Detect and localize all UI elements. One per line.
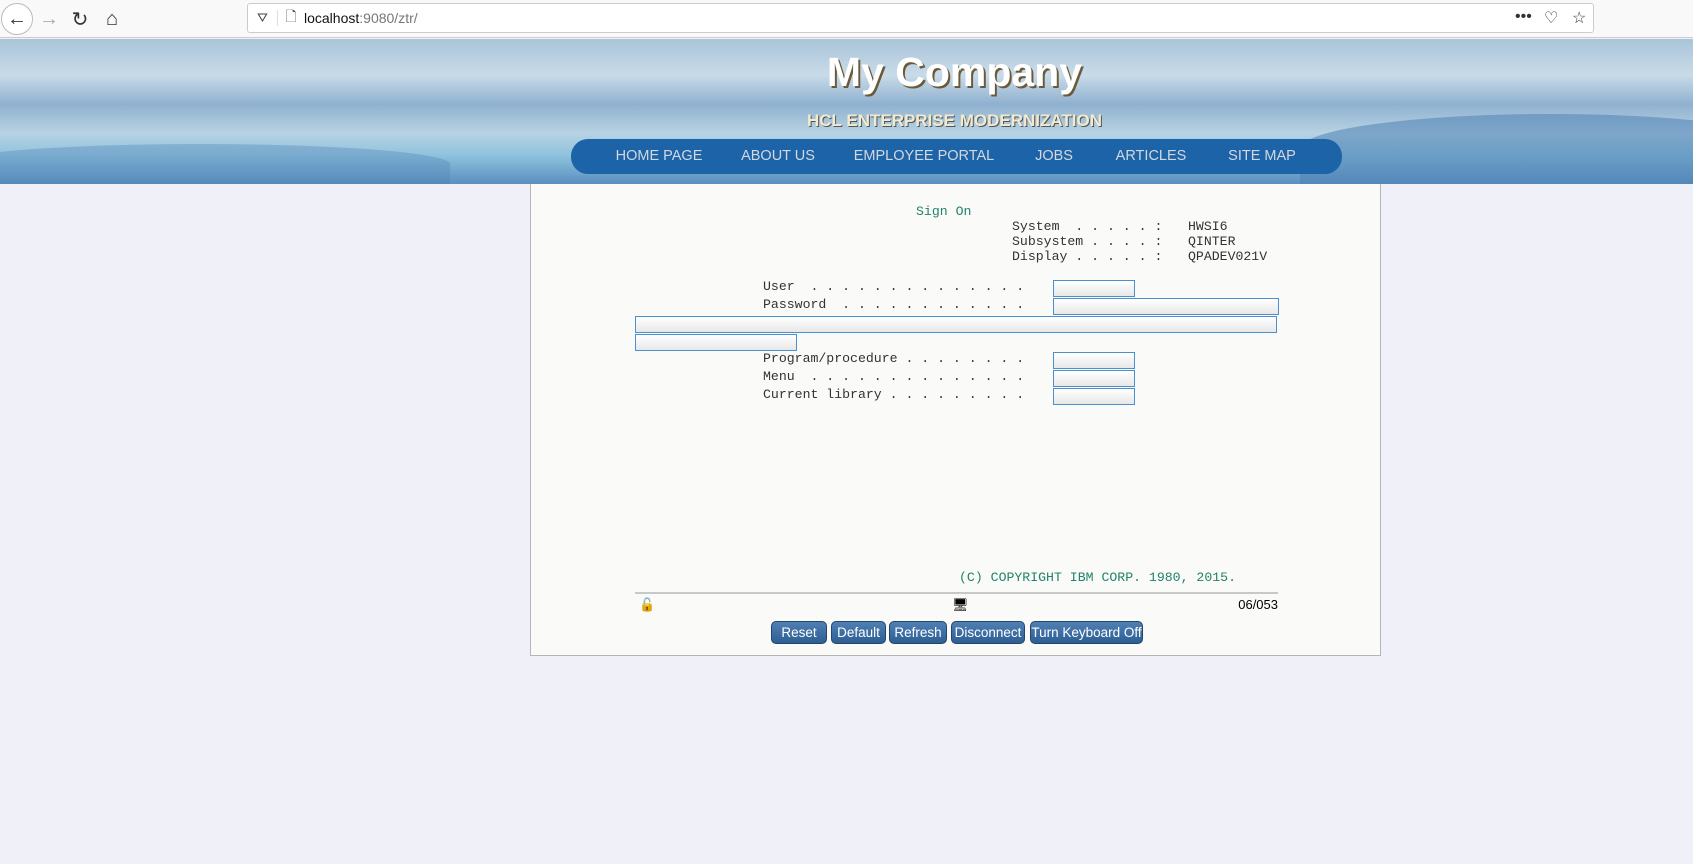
pocket-icon[interactable]: ♡ xyxy=(1544,8,1558,28)
screen-title: Sign On xyxy=(916,204,972,219)
divider xyxy=(635,592,1278,594)
nav-articles[interactable]: ARTICLES xyxy=(1116,148,1187,164)
password-input[interactable] xyxy=(1053,298,1279,315)
password-label: Password . . . . . . . . . . . . xyxy=(763,297,1025,312)
address-bar[interactable]: ⛛ 🗋 localhost:9080/ztr/ xyxy=(247,3,1594,33)
url-host: localhost xyxy=(304,10,360,26)
site-title: My Company xyxy=(826,49,1083,95)
menu-label: Menu . . . . . . . . . . . . . . xyxy=(763,369,1025,384)
nav-home-page[interactable]: HOME PAGE xyxy=(616,148,703,164)
program-input[interactable] xyxy=(1053,352,1135,369)
terminal-panel: Sign On System . . . . . : HWSI6 Subsyst… xyxy=(530,184,1381,656)
user-input[interactable] xyxy=(1053,280,1135,297)
nav-jobs[interactable]: JOBS xyxy=(1035,148,1073,164)
unlock-icon: 🔓 xyxy=(639,597,656,612)
terminal-icon: 🖥 xyxy=(952,597,969,612)
copyright: (C) COPYRIGHT IBM CORP. 1980, 2015. xyxy=(959,570,1236,585)
browser-toolbar: ← → ↻ ⌂ ⛛ 🗋 localhost:9080/ztr/ ••• ♡ ☆ xyxy=(0,0,1693,38)
forward-icon[interactable]: → xyxy=(33,3,65,35)
menu-input[interactable] xyxy=(1053,370,1135,387)
default-button[interactable]: Default xyxy=(831,621,886,644)
reload-icon[interactable]: ↻ xyxy=(64,3,96,35)
current-library-label: Current library . . . . . . . . . xyxy=(763,387,1025,402)
system-label: System . . . . . : xyxy=(1012,219,1163,234)
subsystem-label: Subsystem . . . . : xyxy=(1012,234,1163,249)
main-nav: HOME PAGE ABOUT US EMPLOYEE PORTAL JOBS … xyxy=(571,139,1342,174)
more-icon[interactable]: ••• xyxy=(1515,8,1532,26)
system-value: HWSI6 xyxy=(1188,219,1228,234)
nav-site-map[interactable]: SITE MAP xyxy=(1228,148,1296,164)
turn-keyboard-off-button[interactable]: Turn Keyboard Off xyxy=(1030,621,1143,644)
program-label: Program/procedure . . . . . . . . xyxy=(763,351,1025,366)
subsystem-value: QINTER xyxy=(1188,234,1236,249)
password-continuation-input[interactable] xyxy=(635,316,1277,333)
url-path: :9080/ztr/ xyxy=(359,10,418,26)
shield-icon[interactable]: ⛛ xyxy=(248,10,278,26)
nav-about-us[interactable]: ABOUT US xyxy=(741,148,815,164)
reset-button[interactable]: Reset xyxy=(771,621,827,644)
refresh-button[interactable]: Refresh xyxy=(889,621,947,644)
disconnect-button[interactable]: Disconnect xyxy=(951,621,1025,644)
star-icon[interactable]: ☆ xyxy=(1572,8,1586,28)
site-subtitle: HCL ENTERPRISE MODERNIZATION xyxy=(807,111,1102,130)
back-icon[interactable]: ← xyxy=(1,3,33,35)
cursor-position: 06/053 xyxy=(1238,597,1278,612)
home-icon[interactable]: ⌂ xyxy=(96,3,128,35)
header-banner: My Company HCL ENTERPRISE MODERNIZATION … xyxy=(0,39,1693,184)
current-library-input[interactable] xyxy=(1053,388,1135,405)
display-value: QPADEV021V xyxy=(1188,249,1268,264)
password-continuation-input-2[interactable] xyxy=(635,334,797,351)
user-label: User . . . . . . . . . . . . . . xyxy=(763,279,1025,294)
display-label: Display . . . . . : xyxy=(1012,249,1163,264)
nav-employee-portal[interactable]: EMPLOYEE PORTAL xyxy=(854,148,994,164)
page-icon: 🗋 xyxy=(285,8,297,24)
